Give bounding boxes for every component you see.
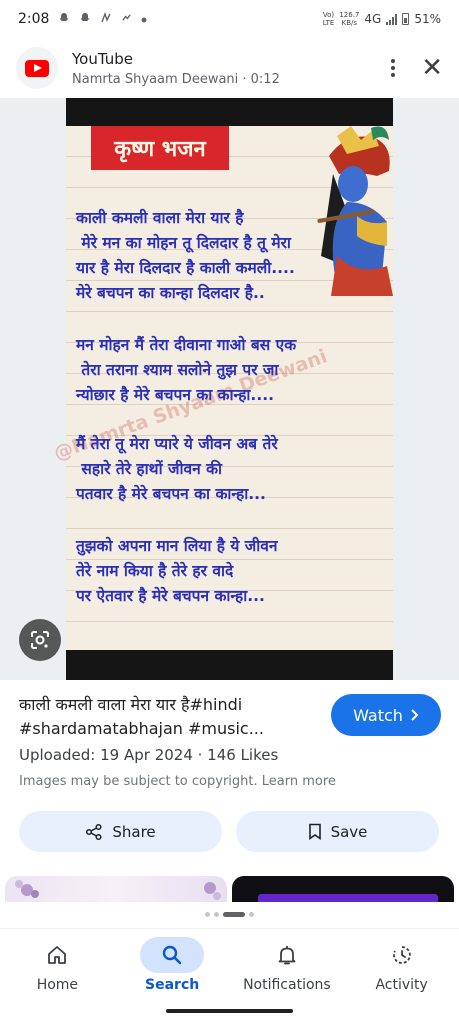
image-preview-area: कृष्ण भजन @Namrta Shyaam Deewani काली कम… [0,98,459,680]
volte-indicator: Vo) LTE [322,11,335,27]
image-preview[interactable]: कृष्ण भजन @Namrta Shyaam Deewani काली कम… [51,98,393,680]
gesture-bar[interactable] [166,1009,293,1013]
notification-dot-icon [141,13,147,26]
verse-stanza-1: काली कमली वाला मेरा यार है मेरे मन का मो… [76,209,295,302]
home-icon [48,946,67,964]
share-icon [86,823,102,840]
signal-icon [386,13,398,25]
result-title-line-2: #shardamatabhajan #music... [19,719,264,738]
nav-search[interactable]: Search [115,929,230,1002]
battery-icon [402,13,410,25]
source-header: YouTube Namrta Shyaam Deewani · 0:12 ✕ [0,38,459,98]
activity-icon [392,946,411,964]
verse-stanza-3: मैं तेरा तू मेरा प्यारे ये जीवन अब तेरे … [76,435,278,503]
bhajan-image: कृष्ण भजन @Namrta Shyaam Deewani काली कम… [51,126,393,650]
data-saver-icon [100,11,112,27]
related-thumbnail-2[interactable] [232,876,454,902]
google-lens-button[interactable] [19,619,61,661]
source-name: YouTube [72,49,133,68]
krishna-figure [317,126,393,296]
bookmark-icon [308,823,321,840]
nav-notifications[interactable]: Notifications [230,929,345,1002]
copyright-notice[interactable]: Images may be subject to copyright. Lear… [19,774,336,789]
save-button[interactable]: Save [236,811,439,852]
status-bar: 2:08 Vo) LTE 126.7 KB/s 4G 51% [0,0,459,38]
nav-search-label: Search [145,977,200,993]
watch-button[interactable]: Watch [331,694,441,736]
watch-label: Watch [353,705,403,725]
upload-meta: Uploaded: 19 Apr 2024 · 146 Likes [19,746,279,764]
snapchat-icon [58,12,70,27]
snapchat-icon [79,12,91,27]
verse-stanza-4: तुझको अपना मान लिया है ये जीवन तेरे नाम … [76,537,278,605]
battery-level: 51% [414,12,441,26]
youtube-icon [25,59,49,77]
save-label: Save [330,822,368,841]
nav-activity-label: Activity [375,977,428,993]
floral-decoration [15,880,221,900]
share-button[interactable]: Share [19,811,222,852]
youtube-logo [16,47,58,89]
bottom-navigation: Home Search Notifications Activity [0,928,459,1002]
status-time: 2:08 [18,11,50,27]
nav-activity[interactable]: Activity [344,929,459,1002]
nav-notifications-label: Notifications [243,977,331,993]
bell-icon [278,946,296,965]
search-icon [162,945,182,965]
verse-stanza-2: मन मोहन मैं तेरा दीवाना गाओ बस एक तेरा त… [76,336,297,404]
source-subtitle: Namrta Shyaam Deewani · 0:12 [72,71,280,87]
chevron-right-icon [411,709,419,721]
more-options-icon[interactable] [391,59,396,77]
nav-home-label: Home [36,977,79,993]
result-title[interactable]: काली कमली वाला मेरा यार है#hindi #sharda… [19,693,319,741]
image-title-banner: कृष्ण भजन [91,126,229,170]
lens-icon [31,631,49,649]
related-thumbnail-1[interactable] [5,876,227,902]
share-label: Share [112,822,156,841]
page-indicator [0,912,459,917]
close-icon[interactable]: ✕ [421,55,443,81]
network-speed: 126.7 KB/s [339,11,360,27]
nav-home[interactable]: Home [0,929,115,1002]
result-title-line-1: काली कमली वाला मेरा यार है#hindi [19,695,243,714]
network-type: 4G [364,12,382,26]
messenger-icon [121,12,132,26]
